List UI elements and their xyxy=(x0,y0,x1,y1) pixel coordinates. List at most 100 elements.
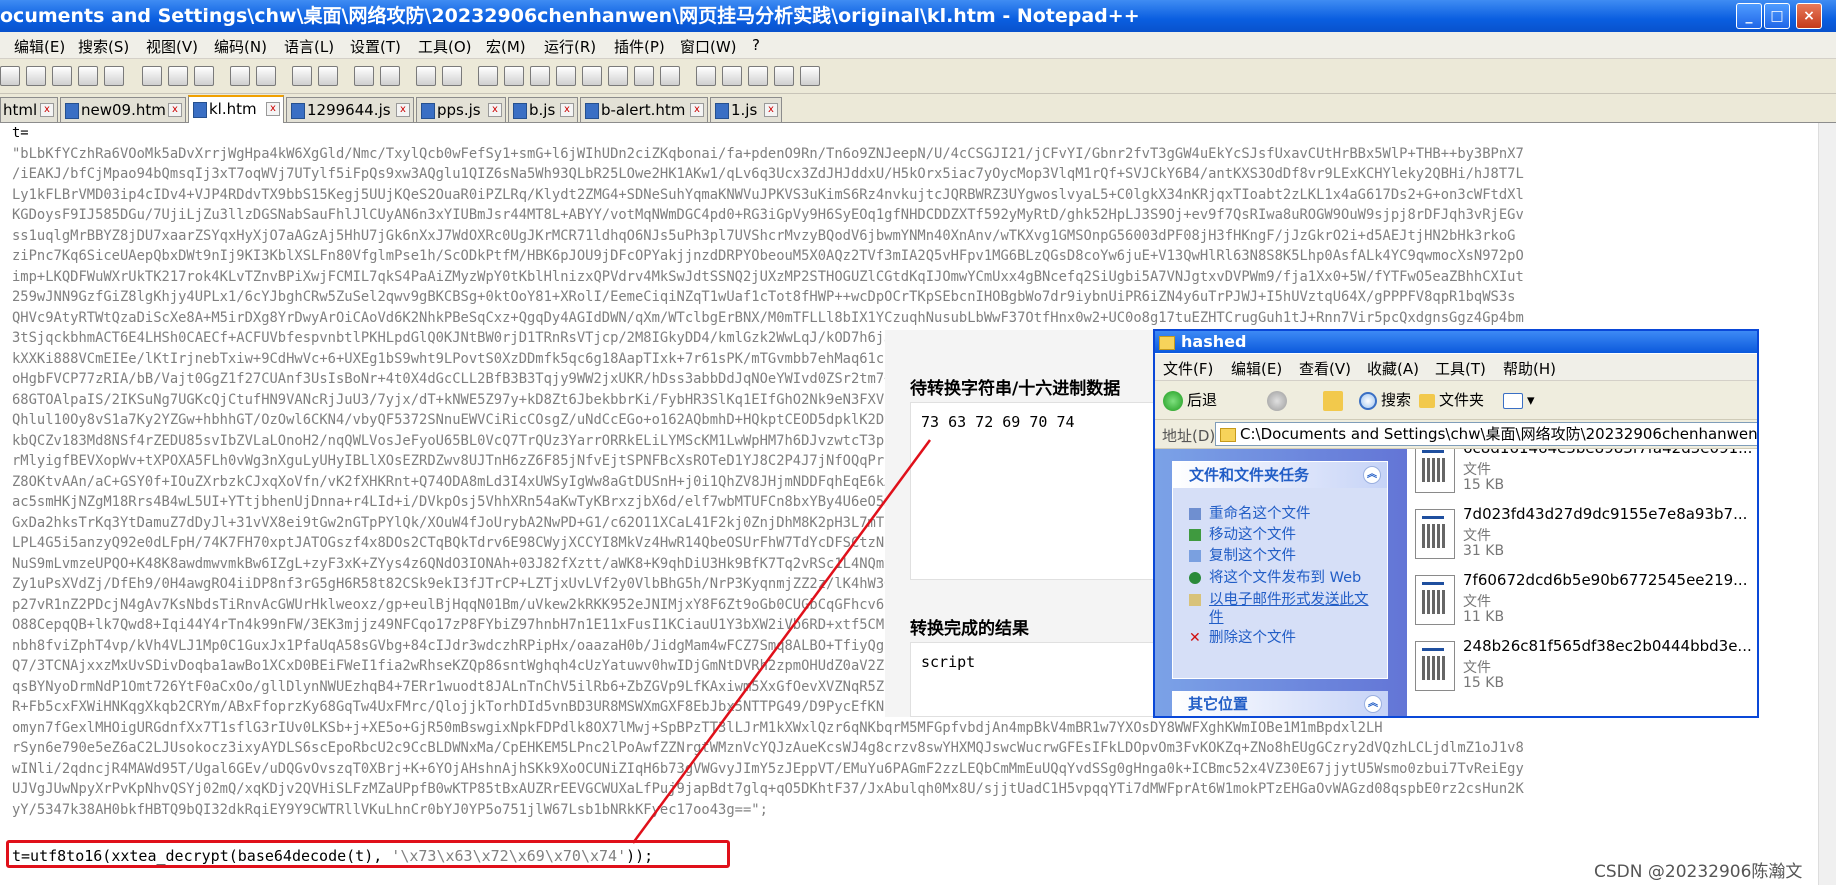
close-tab-icon[interactable]: x xyxy=(488,103,502,117)
run-macro-multiple-icon[interactable] xyxy=(774,66,794,86)
code-line[interactable]: imp+LKQDFWuWXrUkTK217rok4KLvTZnvBPiXwjFC… xyxy=(12,267,1836,288)
tab-b[interactable]: b.js x xyxy=(508,97,578,122)
zoom-out-icon[interactable] xyxy=(380,66,400,86)
function-list-icon[interactable] xyxy=(582,66,602,86)
explorer-menu-edit[interactable]: 编辑(E) xyxy=(1231,358,1282,379)
new-file-icon[interactable] xyxy=(0,66,20,86)
cut-icon[interactable] xyxy=(142,66,162,86)
record-macro-icon[interactable] xyxy=(696,66,716,86)
menu-settings[interactable]: 设置(T) xyxy=(350,36,401,57)
rename-file-link[interactable]: 重命名这个文件 xyxy=(1189,502,1311,523)
code-line[interactable]: KGDoysF9IJ585DGu/7UjiLjZu3llzDGSNabSauFh… xyxy=(12,205,1836,226)
close-tab-icon[interactable]: x xyxy=(168,103,182,117)
explorer-menu-favorites[interactable]: 收藏(A) xyxy=(1367,358,1419,379)
indent-guide-icon[interactable] xyxy=(530,66,550,86)
sync-h-icon[interactable] xyxy=(442,66,462,86)
tab-1299644[interactable]: 1299644.js x xyxy=(286,97,414,122)
word-wrap-icon[interactable] xyxy=(478,66,498,86)
close-tab-icon[interactable]: x xyxy=(690,103,704,117)
tab-pps[interactable]: pps.js x xyxy=(416,97,506,122)
close-tab-icon[interactable]: x xyxy=(396,103,410,117)
save-macro-icon[interactable] xyxy=(800,66,820,86)
code-line[interactable]: Ly1kFLBrVMD03ip4cIDv4+VJP4RDdvTX9bbS15Ke… xyxy=(12,185,1836,206)
paste-icon[interactable] xyxy=(194,66,214,86)
move-file-link[interactable]: 移动这个文件 xyxy=(1189,523,1296,544)
file-item[interactable]: 6c8d161464e5be8983f7fa42d5e091... 文件 15 … xyxy=(1415,449,1757,503)
menu-language[interactable]: 语言(L) xyxy=(284,36,334,57)
file-item[interactable]: 7f60672dcd6b5e90b6772545ee219... 文件 11 K… xyxy=(1415,571,1757,635)
code-line[interactable]: ziPnc7Kq6SiceUAepQbxDWt9nIj9KI3KblXSLFn8… xyxy=(12,246,1836,267)
menu-tools[interactable]: 工具(O) xyxy=(418,36,472,57)
file-item[interactable]: 7d023fd43d27d9dc9155e7e8a93b7... 文件 31 K… xyxy=(1415,505,1757,569)
show-all-chars-icon[interactable] xyxy=(504,66,524,86)
menu-plugins[interactable]: 插件(P) xyxy=(614,36,665,57)
open-file-icon[interactable] xyxy=(26,66,46,86)
code-line[interactable]: t= xyxy=(12,123,1836,144)
copy-file-link[interactable]: 复制这个文件 xyxy=(1189,544,1296,565)
maximize-button[interactable]: □ xyxy=(1764,3,1790,29)
doc-map-icon[interactable] xyxy=(556,66,576,86)
menu-edit[interactable]: 编辑(E) xyxy=(14,36,65,57)
menu-encoding[interactable]: 编码(N) xyxy=(214,36,267,57)
menu-macro[interactable]: 宏(M) xyxy=(486,36,526,57)
close-tab-icon[interactable]: x xyxy=(266,102,280,116)
copy-icon[interactable] xyxy=(168,66,188,86)
print-icon[interactable] xyxy=(104,66,124,86)
find-icon[interactable] xyxy=(292,66,312,86)
publish-web-link[interactable]: 将这个文件发布到 Web xyxy=(1189,566,1361,587)
code-line[interactable]: UJVgJUwNpyXrPvKpNhvQSYj02mQ/xqKDjv2QVHiS… xyxy=(12,779,1836,800)
code-line[interactable]: rSyn6e790e5eZ6aC2LJUsokocz3ixyAYDLS6scEp… xyxy=(12,738,1836,759)
redo-icon[interactable] xyxy=(256,66,276,86)
code-line[interactable]: ss1uqlgMrBBYZ8jDU7xaarZSYqxHyXjO7aAGzAj5… xyxy=(12,226,1836,247)
tab-new09[interactable]: new09.htm x xyxy=(60,97,186,122)
menu-run[interactable]: 运行(R) xyxy=(544,36,596,57)
explorer-menu-view[interactable]: 查看(V) xyxy=(1299,358,1351,379)
views-button[interactable]: ▾ xyxy=(1503,389,1535,411)
save-icon[interactable] xyxy=(52,66,72,86)
folders-button[interactable]: 文件夹 xyxy=(1419,389,1484,411)
minimize-button[interactable]: _ xyxy=(1736,3,1762,29)
tab-1js[interactable]: 1.js x xyxy=(710,97,782,122)
replace-icon[interactable] xyxy=(318,66,338,86)
hex-input-field[interactable]: 73 63 72 69 70 74 xyxy=(910,402,1170,580)
menu-help[interactable]: ? xyxy=(752,36,760,54)
explorer-menu-file[interactable]: 文件(F) xyxy=(1163,358,1213,379)
back-button[interactable]: 后退 xyxy=(1163,389,1217,411)
zoom-in-icon[interactable] xyxy=(354,66,374,86)
tab-html[interactable]: html x xyxy=(0,97,58,122)
undo-icon[interactable] xyxy=(230,66,250,86)
email-file-link-continued[interactable]: 件 xyxy=(1209,606,1224,627)
collapse-chevron-icon[interactable]: ︽ xyxy=(1364,695,1382,713)
menu-view[interactable]: 视图(V) xyxy=(146,36,198,57)
collapse-chevron-icon[interactable]: ︽ xyxy=(1363,466,1381,484)
explorer-menu-tools[interactable]: 工具(T) xyxy=(1435,358,1486,379)
explorer-menu-help[interactable]: 帮助(H) xyxy=(1503,358,1556,379)
stop-macro-icon[interactable] xyxy=(722,66,742,86)
code-line[interactable]: yY/5347k38AH0bkfHBTQ9bQI32dkRqiEY9Y9CWTR… xyxy=(12,800,1836,821)
close-tab-icon[interactable]: x xyxy=(560,103,574,117)
result-output-field[interactable]: script xyxy=(910,642,1170,717)
monitor-icon[interactable] xyxy=(660,66,680,86)
close-tab-icon[interactable]: x xyxy=(764,103,778,117)
save-all-icon[interactable] xyxy=(78,66,98,86)
close-button[interactable]: × xyxy=(1796,3,1822,29)
file-tasks-header[interactable]: 文件和文件夹任务 ︽ xyxy=(1173,462,1387,488)
doc-list-icon[interactable] xyxy=(634,66,654,86)
code-line[interactable]: QHVc9AtyRTWtQzaDiScXe8A+M5irDXg8YrDwyArO… xyxy=(12,308,1836,329)
other-places-header[interactable]: 其它位置 ︽ xyxy=(1172,691,1388,716)
vertical-scrollbar[interactable] xyxy=(1818,123,1836,885)
up-folder-button[interactable] xyxy=(1323,389,1347,411)
code-line[interactable]: "bLbKfYCzhRa6VOoMk5aDvXrrjWgHpa4kW6XgGld… xyxy=(12,144,1836,165)
sync-v-icon[interactable] xyxy=(416,66,436,86)
forward-button[interactable] xyxy=(1267,389,1291,411)
close-tab-icon[interactable]: x xyxy=(40,103,54,117)
folder-workspace-icon[interactable] xyxy=(608,66,628,86)
code-line[interactable]: /iEAKJ/bfCjMpao94bQmsqIj3xT7oqWVj7UTylf5… xyxy=(12,164,1836,185)
code-line[interactable]: omyn7fGexlMHOigURGdnfXx7T1sflG3rIUv0LKSb… xyxy=(12,718,1836,739)
code-line[interactable]: wINli/2qdncjR4MAWd95T/Ugal6GEv/uDQGvOvsz… xyxy=(12,759,1836,780)
decrypt-code-line[interactable]: t=utf8to16(xxtea_decrypt(base64decode(t)… xyxy=(12,846,653,866)
menu-window[interactable]: 窗口(W) xyxy=(680,36,737,57)
code-line[interactable]: 259wJNN9GzfGiZ8lgKhjy4UPLx1/6cYJbghCRw5Z… xyxy=(12,287,1836,308)
search-button[interactable]: 搜索 xyxy=(1359,389,1411,411)
play-macro-icon[interactable] xyxy=(748,66,768,86)
